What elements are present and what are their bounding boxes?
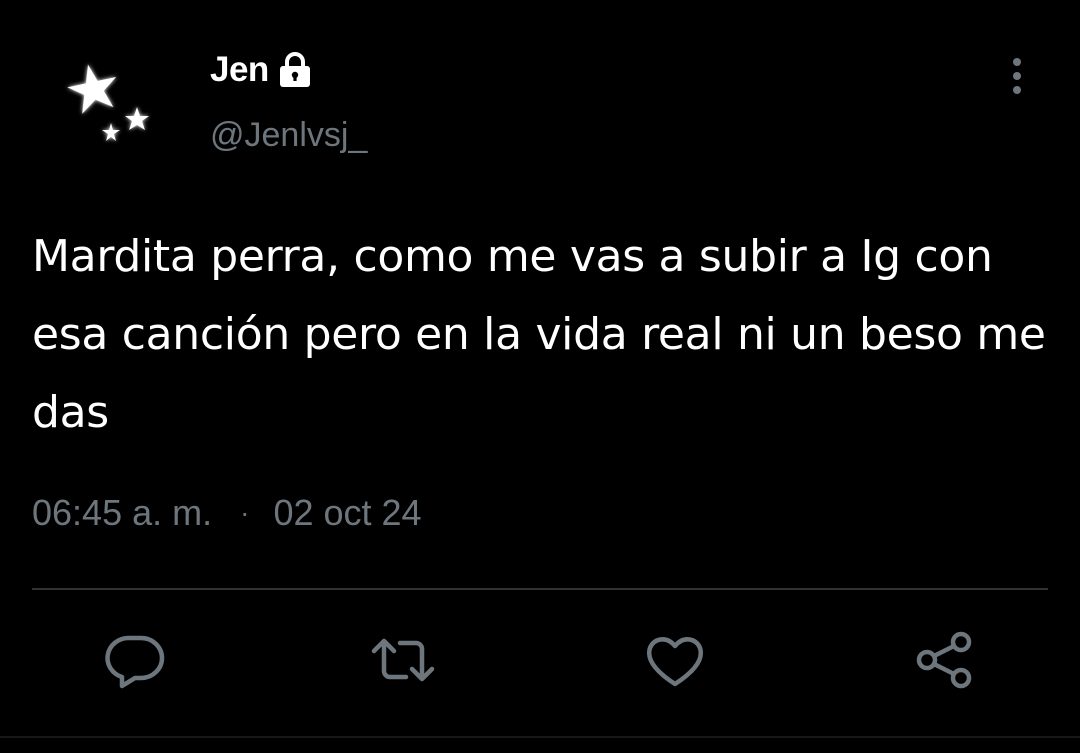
share-icon: [916, 631, 972, 689]
avatar[interactable]: [55, 52, 165, 162]
bottom-divider: [0, 736, 1080, 738]
lock-icon: [275, 51, 315, 89]
comment-icon: [105, 635, 165, 689]
more-vertical-icon[interactable]: [1000, 56, 1034, 96]
tweet-text: Mardita perra, como me vas a subir a Ig …: [32, 231, 1046, 438]
stars-avatar-icon: [67, 64, 149, 141]
retweet-button[interactable]: [368, 625, 438, 695]
tweet-detail: Jen @Jenlvsj_ Mardita perra, como me vas…: [0, 0, 1080, 753]
user-handle[interactable]: @Jenlvsj_: [210, 116, 367, 155]
tweet-timestamp: 06:45 a. m. · 02 oct 24: [32, 492, 422, 534]
tweet-date: 02 oct 24: [273, 492, 422, 533]
meta-separator: ·: [240, 497, 250, 528]
like-button[interactable]: [640, 625, 710, 695]
display-name[interactable]: Jen: [210, 50, 269, 90]
divider: [32, 588, 1048, 590]
heart-icon: [647, 637, 703, 687]
display-name-row: Jen: [210, 48, 315, 92]
tweet-time: 06:45 a. m.: [32, 492, 213, 533]
reply-button[interactable]: [100, 625, 170, 695]
retweet-icon: [371, 638, 435, 682]
action-bar: [0, 625, 1080, 700]
share-button[interactable]: [910, 625, 980, 695]
